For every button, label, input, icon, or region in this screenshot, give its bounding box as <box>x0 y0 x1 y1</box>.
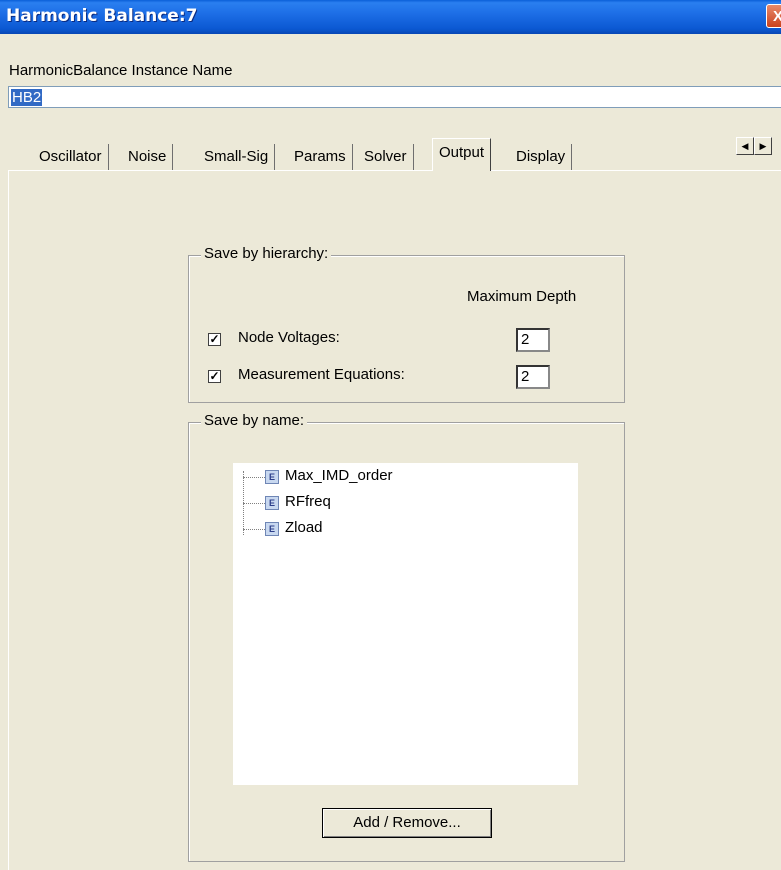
tab-oscillator[interactable]: Oscillator <box>33 144 109 170</box>
tree-item-max-imd-order[interactable]: E Max_IMD_order <box>233 466 573 488</box>
node-voltages-depth-input[interactable]: 2 <box>516 328 550 352</box>
close-button[interactable]: X <box>766 4 781 28</box>
equation-icon: E <box>265 496 279 510</box>
measurement-equations-checkbox[interactable]: ✓ <box>208 370 221 383</box>
save-by-name-legend: Save by name: <box>201 412 308 429</box>
instance-name-label: HarmonicBalance Instance Name <box>9 62 233 79</box>
variable-tree[interactable]: E Max_IMD_order E RFfreq E Zload <box>233 463 578 785</box>
save-by-hierarchy-legend: Save by hierarchy: <box>201 245 332 262</box>
maximum-depth-header: Maximum Depth <box>467 288 577 305</box>
arrow-right-icon: ▶ <box>759 141 767 151</box>
instance-name-input[interactable]: HB2 <box>8 86 781 108</box>
add-remove-button[interactable]: Add / Remove... <box>322 808 492 838</box>
tab-scroll-right-button[interactable]: ▶ <box>754 137 772 155</box>
check-icon: ✓ <box>209 332 220 346</box>
measurement-equations-depth-input[interactable]: 2 <box>516 365 550 389</box>
tree-item-rffreq[interactable]: E RFfreq <box>233 492 573 514</box>
tree-branch-line <box>243 503 265 504</box>
tree-branch-line <box>243 477 265 478</box>
check-icon: ✓ <box>209 369 220 383</box>
tab-solver[interactable]: Solver <box>358 144 414 170</box>
window-title: Harmonic Balance:7 <box>6 6 198 26</box>
tab-scroll-left-button[interactable]: ◀ <box>736 137 754 155</box>
instance-name-value: HB2 <box>11 89 43 106</box>
tree-item-label: RFfreq <box>285 493 331 510</box>
title-bar: Harmonic Balance:7 X <box>0 0 781 34</box>
tree-item-zload[interactable]: E Zload <box>233 518 573 540</box>
tab-display[interactable]: Display <box>510 144 573 170</box>
equation-icon: E <box>265 522 279 536</box>
tab-output[interactable]: Output <box>432 138 492 171</box>
tab-params[interactable]: Params <box>288 144 353 170</box>
equation-icon: E <box>265 470 279 484</box>
tree-item-label: Zload <box>285 519 323 536</box>
tab-noise[interactable]: Noise <box>122 144 174 170</box>
tree-item-label: Max_IMD_order <box>285 467 393 484</box>
tree-branch-line <box>243 529 265 530</box>
close-icon: X <box>772 8 781 25</box>
node-voltages-label: Node Voltages: <box>238 329 340 346</box>
tab-small-sig[interactable]: Small-Sig <box>198 144 276 170</box>
node-voltages-checkbox[interactable]: ✓ <box>208 333 221 346</box>
measurement-equations-label: Measurement Equations: <box>238 366 405 383</box>
arrow-left-icon: ◀ <box>741 141 749 151</box>
